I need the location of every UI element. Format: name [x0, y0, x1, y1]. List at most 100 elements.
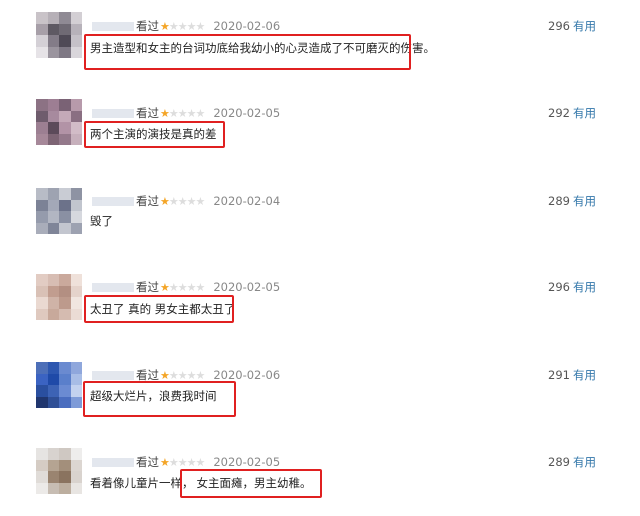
avatar[interactable]: [36, 448, 82, 494]
highlight-box: [84, 121, 225, 148]
avatar[interactable]: [36, 274, 82, 320]
avatar-mosaic-cell: [36, 297, 48, 309]
avatar-mosaic-cell: [59, 362, 71, 374]
avatar-mosaic-cell: [59, 308, 71, 320]
useful-button[interactable]: 有用: [573, 455, 596, 469]
avatar-mosaic-cell: [47, 459, 59, 471]
rating-stars: ★★★★★: [160, 107, 205, 120]
avatar-mosaic-cell: [36, 482, 48, 494]
username-blurred[interactable]: [92, 109, 134, 118]
watched-label: 看过: [136, 280, 159, 294]
avatar-mosaic-cell: [70, 23, 82, 35]
useful-button[interactable]: 有用: [573, 194, 596, 208]
avatar-mosaic-cell: [59, 274, 71, 286]
avatar-mosaic-cell: [36, 23, 48, 35]
avatar-mosaic-cell: [36, 110, 48, 122]
avatar-mosaic-cell: [59, 385, 71, 397]
avatar-mosaic-cell: [59, 12, 71, 24]
avatar-mosaic-cell: [70, 285, 82, 297]
avatar-mosaic-cell: [59, 396, 71, 408]
avatar-mosaic-cell: [70, 274, 82, 286]
avatar-mosaic-cell: [70, 373, 82, 385]
rating-stars: ★★★★★: [160, 281, 205, 294]
avatar-mosaic-cell: [36, 448, 48, 460]
avatar-mosaic-cell: [59, 448, 71, 460]
avatar-mosaic-cell: [70, 133, 82, 145]
star-filled-icon: ★: [160, 20, 170, 33]
avatar-mosaic-cell: [36, 459, 48, 471]
useful-button[interactable]: 有用: [573, 19, 596, 33]
avatar-mosaic-cell: [70, 12, 82, 24]
avatar-mosaic-cell: [36, 35, 48, 47]
review-meta: 看过★★★★★ 2020-02-05: [92, 106, 280, 121]
useful-button[interactable]: 有用: [573, 368, 596, 382]
username-blurred[interactable]: [92, 22, 134, 31]
review-meta: 看过★★★★★ 2020-02-06: [92, 19, 280, 34]
avatar-mosaic-cell: [36, 188, 48, 200]
vote-count: 291 有用: [548, 368, 596, 382]
avatar-mosaic-cell: [36, 396, 48, 408]
vote-count: 296 有用: [548, 280, 596, 294]
avatar-mosaic-cell: [59, 99, 71, 111]
watched-label: 看过: [136, 19, 159, 33]
vote-number: 296: [548, 19, 570, 33]
avatar-mosaic-cell: [59, 23, 71, 35]
avatar-mosaic-cell: [59, 285, 71, 297]
avatar-mosaic-cell: [59, 199, 71, 211]
avatar-mosaic-cell: [36, 222, 48, 234]
avatar-mosaic-cell: [70, 211, 82, 223]
useful-button[interactable]: 有用: [573, 280, 596, 294]
avatar-mosaic-cell: [47, 12, 59, 24]
avatar-mosaic-cell: [47, 188, 59, 200]
username-blurred[interactable]: [92, 371, 134, 380]
avatar-mosaic-cell: [70, 459, 82, 471]
avatar-mosaic-cell: [47, 274, 59, 286]
avatar-mosaic-cell: [47, 385, 59, 397]
avatar-mosaic-cell: [59, 373, 71, 385]
avatar-mosaic-cell: [36, 362, 48, 374]
vote-number: 291: [548, 368, 570, 382]
rating-stars: ★★★★★: [160, 456, 205, 469]
highlight-box: [84, 34, 411, 70]
comment-text-prefix: 看着像儿童片一样，: [90, 476, 194, 490]
avatar-mosaic-cell: [59, 211, 71, 223]
avatar-mosaic-cell: [70, 471, 82, 483]
username-blurred[interactable]: [92, 283, 134, 292]
avatar-mosaic-cell: [36, 471, 48, 483]
avatar-mosaic-cell: [36, 373, 48, 385]
avatar-mosaic-cell: [70, 482, 82, 494]
avatar-mosaic-cell: [47, 482, 59, 494]
avatar[interactable]: [36, 12, 82, 58]
avatar-mosaic-cell: [36, 385, 48, 397]
avatar-mosaic-cell: [47, 199, 59, 211]
avatar-mosaic-cell: [59, 133, 71, 145]
avatar-mosaic-cell: [36, 133, 48, 145]
avatar-mosaic-cell: [47, 122, 59, 134]
avatar-mosaic-cell: [47, 222, 59, 234]
avatar-mosaic-cell: [47, 35, 59, 47]
avatar-mosaic-cell: [36, 308, 48, 320]
vote-count: 292 有用: [548, 106, 596, 120]
watched-label: 看过: [136, 106, 159, 120]
avatar[interactable]: [36, 188, 82, 234]
avatar[interactable]: [36, 362, 82, 408]
review-date: 2020-02-06: [213, 368, 281, 382]
avatar-mosaic-cell: [47, 211, 59, 223]
vote-count: 289 有用: [548, 194, 596, 208]
vote-number: 292: [548, 106, 570, 120]
username-blurred[interactable]: [92, 197, 134, 206]
review-item: 看过★★★★★ 2020-02-05 296 有用 太丑了 真的 男女主都太丑了: [0, 258, 640, 344]
star-filled-icon: ★: [160, 195, 170, 208]
avatar-mosaic-cell: [36, 211, 48, 223]
review-comment: 毁了: [90, 214, 113, 228]
useful-button[interactable]: 有用: [573, 106, 596, 120]
avatar-mosaic-cell: [47, 373, 59, 385]
avatar[interactable]: [36, 99, 82, 145]
username-blurred[interactable]: [92, 458, 134, 467]
avatar-mosaic-cell: [59, 222, 71, 234]
review-date: 2020-02-04: [213, 194, 281, 208]
avatar-mosaic-cell: [70, 222, 82, 234]
highlight-box: [180, 469, 322, 498]
avatar-mosaic-cell: [70, 396, 82, 408]
avatar-mosaic-cell: [47, 133, 59, 145]
